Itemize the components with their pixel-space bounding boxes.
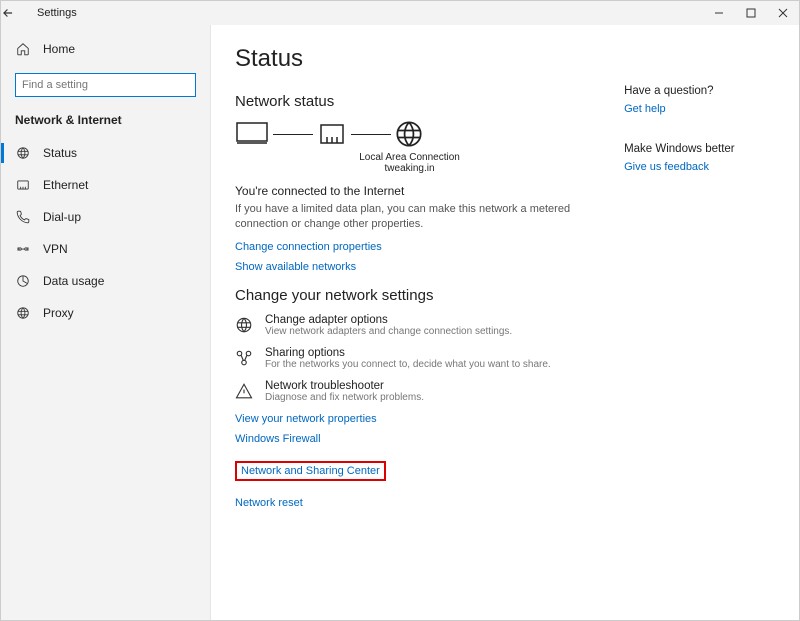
link-network-reset[interactable]: Network reset (235, 497, 584, 509)
globe-icon (235, 314, 253, 337)
page-title: Status (235, 45, 584, 73)
sidebar-section-head: Network & Internet (1, 107, 210, 137)
sidebar-home[interactable]: Home (1, 33, 210, 65)
sidebar-item-ethernet[interactable]: Ethernet (1, 169, 210, 201)
vpn-icon (15, 242, 31, 256)
setting-title: Sharing options (265, 347, 551, 359)
sidebar-home-label: Home (43, 42, 75, 56)
globe-icon (395, 120, 423, 148)
setting-sub: Diagnose and fix network problems. (265, 392, 424, 403)
feedback-heading: Make Windows better (624, 143, 775, 155)
maximize-button[interactable] (735, 1, 767, 25)
dialup-icon (15, 210, 31, 224)
link-windows-firewall[interactable]: Windows Firewall (235, 433, 584, 445)
sidebar-item-status[interactable]: Status (1, 137, 210, 169)
sidebar-item-label: Ethernet (43, 178, 88, 192)
status-icon (15, 146, 31, 160)
back-button[interactable] (1, 6, 33, 20)
section-change-settings: Change your network settings (235, 287, 584, 304)
sidebar-item-label: Data usage (43, 274, 104, 288)
link-give-feedback[interactable]: Give us feedback (624, 161, 775, 173)
proxy-icon (15, 306, 31, 320)
window-title: Settings (37, 7, 77, 19)
link-view-network-properties[interactable]: View your network properties (235, 413, 584, 425)
datausage-icon (15, 274, 31, 288)
ethernet-icon (15, 178, 31, 192)
setting-sharing-options[interactable]: Sharing optionsFor the networks you conn… (235, 347, 584, 370)
sidebar-item-label: Status (43, 146, 77, 160)
warning-icon (235, 380, 253, 403)
sharing-icon (235, 347, 253, 370)
link-get-help[interactable]: Get help (624, 103, 775, 115)
connected-desc: If you have a limited data plan, you can… (235, 202, 575, 233)
sidebar-item-dialup[interactable]: Dial-up (1, 201, 210, 233)
minimize-button[interactable] (703, 1, 735, 25)
sidebar: Home Network & Internet Status Ethernet … (1, 25, 211, 620)
link-show-available-networks[interactable]: Show available networks (235, 261, 584, 273)
sidebar-item-label: Proxy (43, 306, 74, 320)
home-icon (15, 42, 31, 56)
setting-sub: View network adapters and change connect… (265, 326, 512, 337)
titlebar: Settings (1, 1, 799, 25)
ethernet-icon (317, 121, 347, 147)
help-heading: Have a question? (624, 85, 775, 97)
setting-title: Change adapter options (265, 314, 512, 326)
close-button[interactable] (767, 1, 799, 25)
setting-title: Network troubleshooter (265, 380, 424, 392)
sidebar-item-datausage[interactable]: Data usage (1, 265, 210, 297)
connection-sub: tweaking.in (235, 163, 584, 174)
link-network-sharing-center[interactable]: Network and Sharing Center (235, 461, 386, 481)
network-diagram (235, 120, 584, 148)
pc-icon (235, 121, 269, 147)
connected-text: You're connected to the Internet (235, 184, 584, 198)
sidebar-item-vpn[interactable]: VPN (1, 233, 210, 265)
link-change-connection-properties[interactable]: Change connection properties (235, 241, 584, 253)
sidebar-item-label: VPN (43, 242, 68, 256)
setting-sub: For the networks you connect to, decide … (265, 359, 551, 370)
connection-name: Local Area Connection (235, 152, 584, 163)
search-input[interactable] (15, 73, 196, 97)
setting-adapter-options[interactable]: Change adapter optionsView network adapt… (235, 314, 584, 337)
sidebar-item-proxy[interactable]: Proxy (1, 297, 210, 329)
setting-troubleshooter[interactable]: Network troubleshooterDiagnose and fix n… (235, 380, 584, 403)
section-network-status: Network status (235, 93, 584, 110)
sidebar-item-label: Dial-up (43, 210, 81, 224)
